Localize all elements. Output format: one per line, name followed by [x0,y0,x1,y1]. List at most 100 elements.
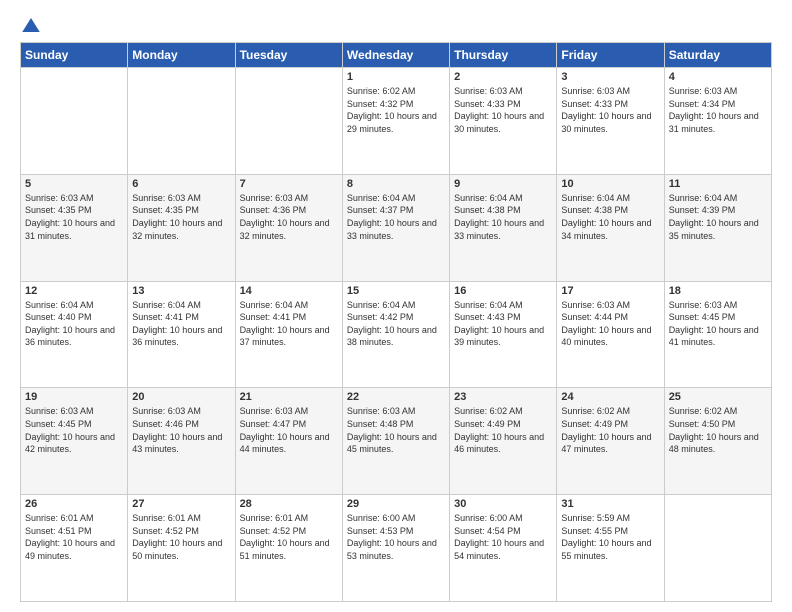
day-info: Sunrise: 5:59 AMSunset: 4:55 PMDaylight:… [561,513,651,561]
day-number: 8 [347,178,445,190]
day-number: 15 [347,285,445,297]
table-row: 17 Sunrise: 6:03 AMSunset: 4:44 PMDaylig… [557,281,664,388]
col-saturday: Saturday [664,43,771,68]
day-number: 19 [25,391,123,403]
col-monday: Monday [128,43,235,68]
day-info: Sunrise: 6:04 AMSunset: 4:41 PMDaylight:… [132,300,222,348]
table-row: 16 Sunrise: 6:04 AMSunset: 4:43 PMDaylig… [450,281,557,388]
day-number: 23 [454,391,552,403]
day-number: 5 [25,178,123,190]
table-row: 1 Sunrise: 6:02 AMSunset: 4:32 PMDayligh… [342,68,449,175]
table-row: 31 Sunrise: 5:59 AMSunset: 4:55 PMDaylig… [557,495,664,602]
day-number: 12 [25,285,123,297]
day-number: 29 [347,498,445,510]
day-info: Sunrise: 6:04 AMSunset: 4:39 PMDaylight:… [669,193,759,241]
day-info: Sunrise: 6:04 AMSunset: 4:43 PMDaylight:… [454,300,544,348]
calendar-week-row: 19 Sunrise: 6:03 AMSunset: 4:45 PMDaylig… [21,388,772,495]
day-info: Sunrise: 6:03 AMSunset: 4:33 PMDaylight:… [561,86,651,134]
day-number: 9 [454,178,552,190]
day-info: Sunrise: 6:04 AMSunset: 4:38 PMDaylight:… [561,193,651,241]
table-row: 15 Sunrise: 6:04 AMSunset: 4:42 PMDaylig… [342,281,449,388]
day-number: 13 [132,285,230,297]
table-row: 18 Sunrise: 6:03 AMSunset: 4:45 PMDaylig… [664,281,771,388]
table-row: 2 Sunrise: 6:03 AMSunset: 4:33 PMDayligh… [450,68,557,175]
table-row: 4 Sunrise: 6:03 AMSunset: 4:34 PMDayligh… [664,68,771,175]
day-number: 22 [347,391,445,403]
day-number: 6 [132,178,230,190]
col-sunday: Sunday [21,43,128,68]
day-info: Sunrise: 6:03 AMSunset: 4:35 PMDaylight:… [25,193,115,241]
day-number: 7 [240,178,338,190]
day-number: 4 [669,71,767,83]
day-info: Sunrise: 6:02 AMSunset: 4:50 PMDaylight:… [669,406,759,454]
day-info: Sunrise: 6:00 AMSunset: 4:54 PMDaylight:… [454,513,544,561]
header [20,18,772,32]
day-info: Sunrise: 6:03 AMSunset: 4:34 PMDaylight:… [669,86,759,134]
calendar-week-row: 26 Sunrise: 6:01 AMSunset: 4:51 PMDaylig… [21,495,772,602]
day-number: 3 [561,71,659,83]
calendar-table: Sunday Monday Tuesday Wednesday Thursday… [20,42,772,602]
table-row: 20 Sunrise: 6:03 AMSunset: 4:46 PMDaylig… [128,388,235,495]
calendar-week-row: 5 Sunrise: 6:03 AMSunset: 4:35 PMDayligh… [21,174,772,281]
col-thursday: Thursday [450,43,557,68]
day-number: 11 [669,178,767,190]
table-row: 9 Sunrise: 6:04 AMSunset: 4:38 PMDayligh… [450,174,557,281]
table-row: 23 Sunrise: 6:02 AMSunset: 4:49 PMDaylig… [450,388,557,495]
day-number: 14 [240,285,338,297]
table-row: 26 Sunrise: 6:01 AMSunset: 4:51 PMDaylig… [21,495,128,602]
table-row: 11 Sunrise: 6:04 AMSunset: 4:39 PMDaylig… [664,174,771,281]
table-row: 13 Sunrise: 6:04 AMSunset: 4:41 PMDaylig… [128,281,235,388]
table-row: 24 Sunrise: 6:02 AMSunset: 4:49 PMDaylig… [557,388,664,495]
day-number: 28 [240,498,338,510]
day-info: Sunrise: 6:03 AMSunset: 4:46 PMDaylight:… [132,406,222,454]
day-info: Sunrise: 6:02 AMSunset: 4:49 PMDaylight:… [561,406,651,454]
day-info: Sunrise: 6:02 AMSunset: 4:32 PMDaylight:… [347,86,437,134]
day-info: Sunrise: 6:03 AMSunset: 4:48 PMDaylight:… [347,406,437,454]
table-row: 27 Sunrise: 6:01 AMSunset: 4:52 PMDaylig… [128,495,235,602]
day-number: 21 [240,391,338,403]
calendar-header-row: Sunday Monday Tuesday Wednesday Thursday… [21,43,772,68]
col-friday: Friday [557,43,664,68]
day-number: 20 [132,391,230,403]
day-number: 31 [561,498,659,510]
day-info: Sunrise: 6:03 AMSunset: 4:35 PMDaylight:… [132,193,222,241]
day-info: Sunrise: 6:02 AMSunset: 4:49 PMDaylight:… [454,406,544,454]
table-row: 7 Sunrise: 6:03 AMSunset: 4:36 PMDayligh… [235,174,342,281]
day-number: 16 [454,285,552,297]
table-row: 21 Sunrise: 6:03 AMSunset: 4:47 PMDaylig… [235,388,342,495]
table-row: 5 Sunrise: 6:03 AMSunset: 4:35 PMDayligh… [21,174,128,281]
col-tuesday: Tuesday [235,43,342,68]
day-info: Sunrise: 6:01 AMSunset: 4:51 PMDaylight:… [25,513,115,561]
table-row: 14 Sunrise: 6:04 AMSunset: 4:41 PMDaylig… [235,281,342,388]
table-row [128,68,235,175]
table-row: 19 Sunrise: 6:03 AMSunset: 4:45 PMDaylig… [21,388,128,495]
logo-icon [22,18,40,32]
day-info: Sunrise: 6:04 AMSunset: 4:40 PMDaylight:… [25,300,115,348]
day-number: 30 [454,498,552,510]
table-row: 22 Sunrise: 6:03 AMSunset: 4:48 PMDaylig… [342,388,449,495]
day-info: Sunrise: 6:04 AMSunset: 4:41 PMDaylight:… [240,300,330,348]
table-row: 28 Sunrise: 6:01 AMSunset: 4:52 PMDaylig… [235,495,342,602]
table-row: 6 Sunrise: 6:03 AMSunset: 4:35 PMDayligh… [128,174,235,281]
day-info: Sunrise: 6:03 AMSunset: 4:45 PMDaylight:… [669,300,759,348]
calendar-page: Sunday Monday Tuesday Wednesday Thursday… [0,0,792,612]
day-number: 25 [669,391,767,403]
day-number: 10 [561,178,659,190]
day-info: Sunrise: 6:04 AMSunset: 4:38 PMDaylight:… [454,193,544,241]
table-row: 8 Sunrise: 6:04 AMSunset: 4:37 PMDayligh… [342,174,449,281]
day-info: Sunrise: 6:04 AMSunset: 4:37 PMDaylight:… [347,193,437,241]
day-info: Sunrise: 6:03 AMSunset: 4:47 PMDaylight:… [240,406,330,454]
day-number: 2 [454,71,552,83]
table-row: 12 Sunrise: 6:04 AMSunset: 4:40 PMDaylig… [21,281,128,388]
calendar-week-row: 12 Sunrise: 6:04 AMSunset: 4:40 PMDaylig… [21,281,772,388]
calendar-week-row: 1 Sunrise: 6:02 AMSunset: 4:32 PMDayligh… [21,68,772,175]
table-row: 29 Sunrise: 6:00 AMSunset: 4:53 PMDaylig… [342,495,449,602]
table-row: 30 Sunrise: 6:00 AMSunset: 4:54 PMDaylig… [450,495,557,602]
day-info: Sunrise: 6:03 AMSunset: 4:36 PMDaylight:… [240,193,330,241]
day-info: Sunrise: 6:01 AMSunset: 4:52 PMDaylight:… [240,513,330,561]
day-info: Sunrise: 6:01 AMSunset: 4:52 PMDaylight:… [132,513,222,561]
logo [20,18,40,32]
day-number: 17 [561,285,659,297]
day-info: Sunrise: 6:03 AMSunset: 4:33 PMDaylight:… [454,86,544,134]
day-number: 1 [347,71,445,83]
